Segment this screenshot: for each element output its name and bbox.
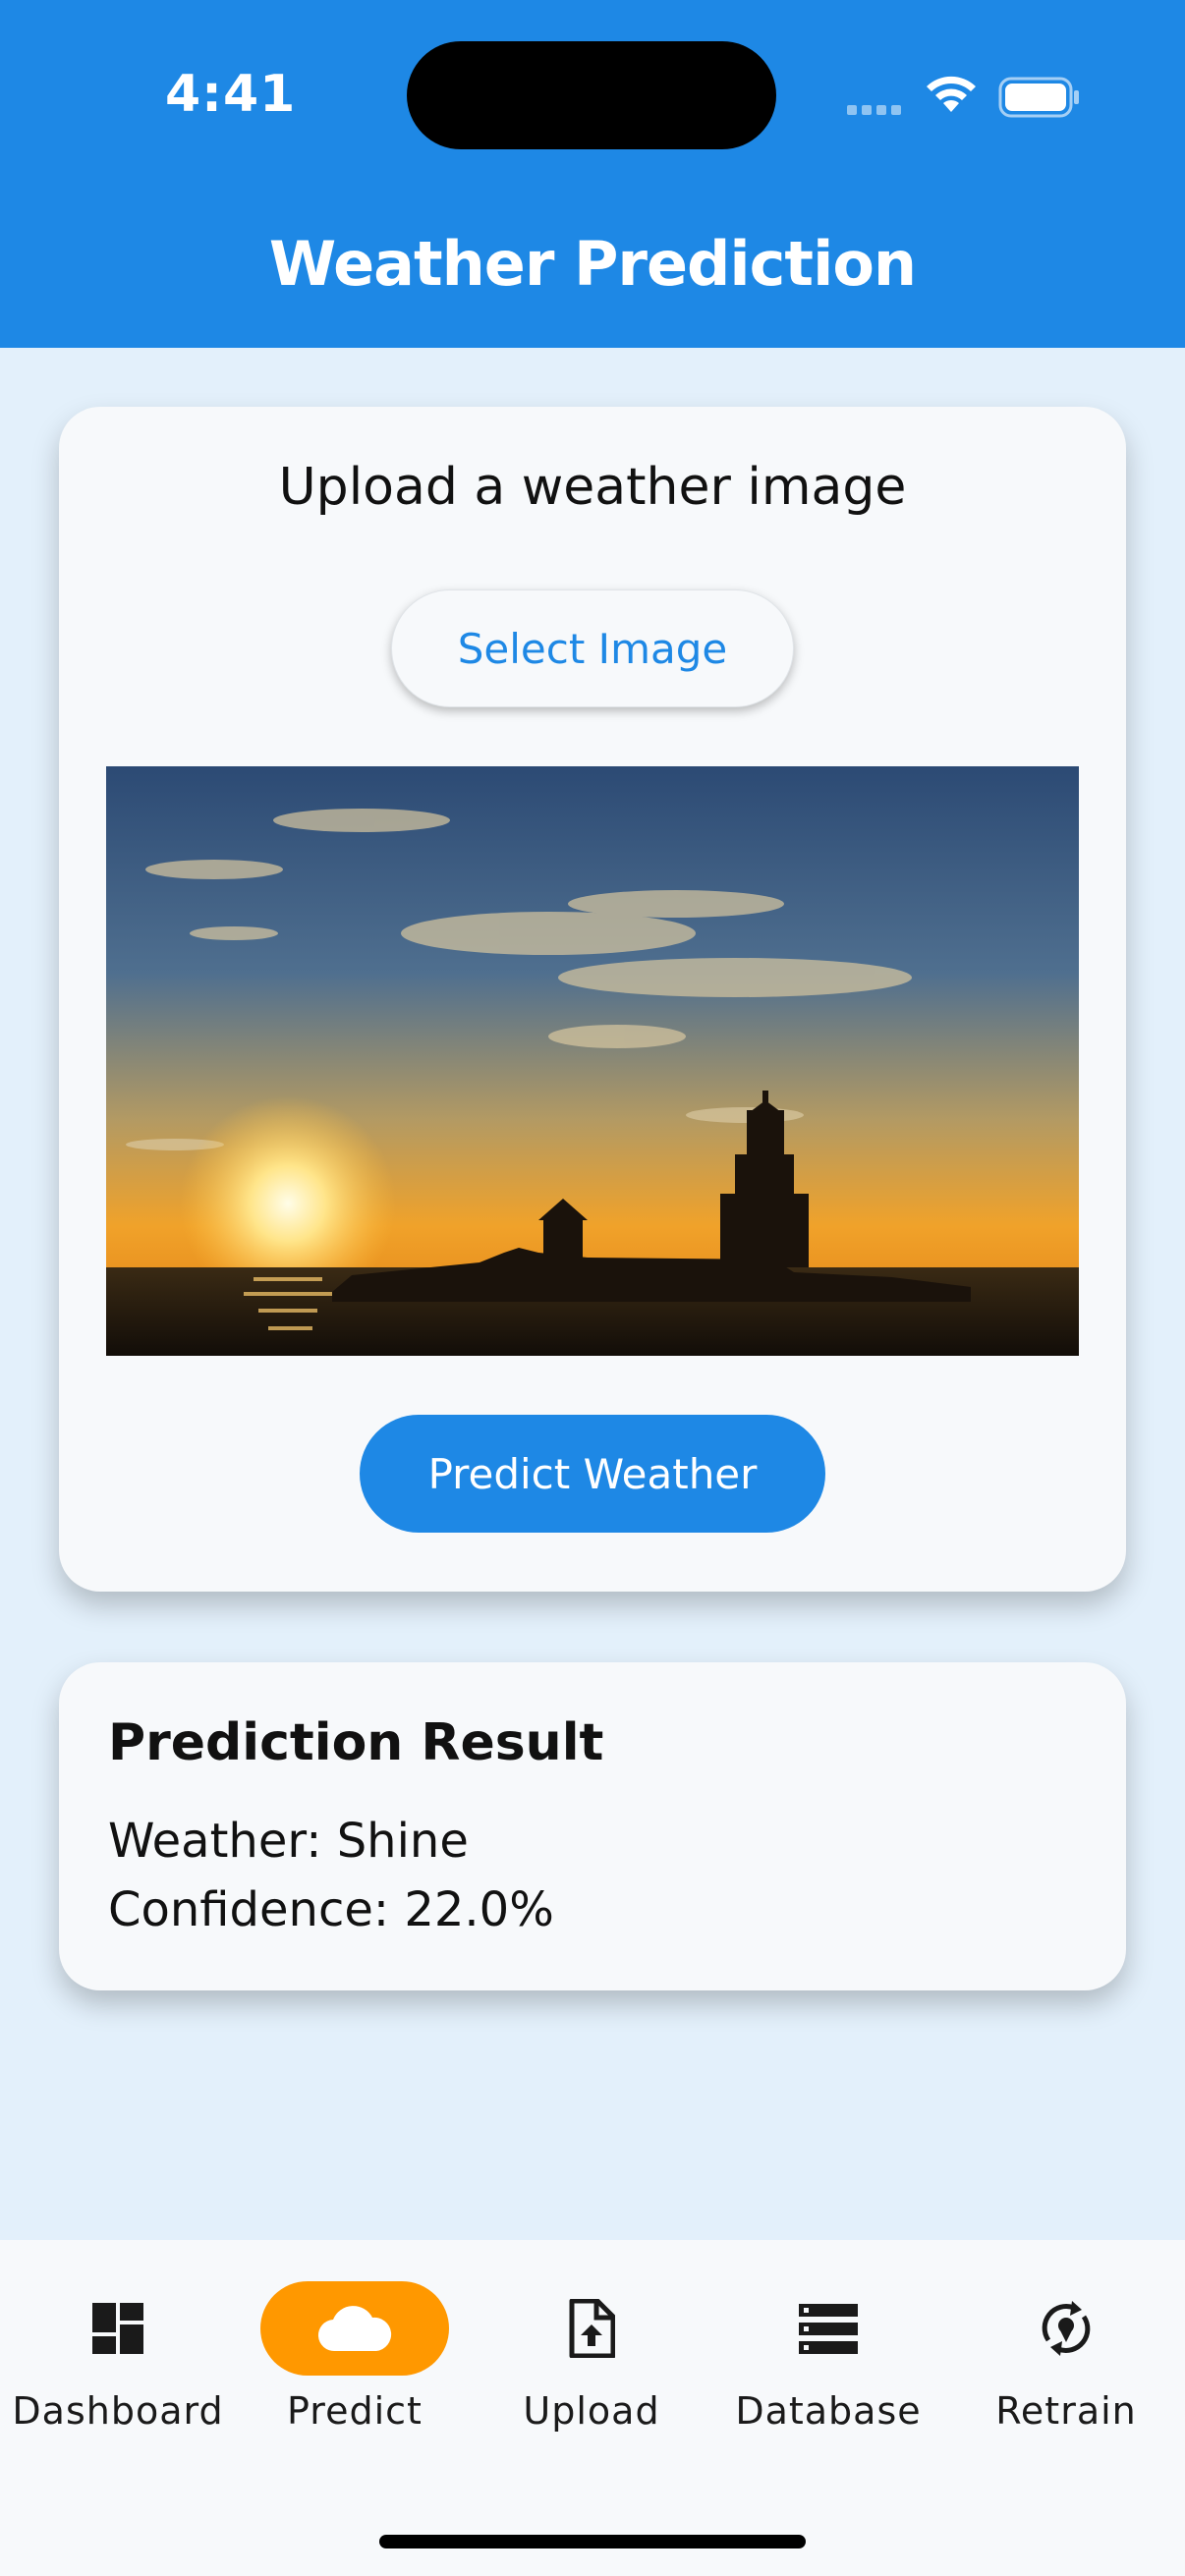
page-title: Weather Prediction bbox=[268, 228, 917, 300]
selected-image bbox=[106, 766, 1079, 1356]
nav-item-retrain[interactable]: Retrain bbox=[948, 2279, 1184, 2436]
dynamic-island bbox=[407, 41, 776, 149]
status-time: 4:41 bbox=[165, 65, 297, 124]
storage-icon bbox=[734, 2281, 923, 2376]
nav-label-retrain: Retrain bbox=[995, 2389, 1137, 2433]
nav-item-predict[interactable]: Predict bbox=[237, 2279, 473, 2436]
nav-label-dashboard: Dashboard bbox=[12, 2389, 224, 2433]
upload-heading: Upload a weather image bbox=[278, 458, 907, 517]
weather-result: Weather: Shine bbox=[108, 1814, 469, 1869]
select-image-button[interactable]: Select Image bbox=[391, 589, 794, 707]
nav-label-upload: Upload bbox=[523, 2389, 660, 2433]
home-indicator[interactable] bbox=[379, 2535, 806, 2548]
cellular-signal-icon bbox=[847, 102, 906, 120]
dashboard-icon bbox=[24, 2281, 212, 2376]
battery-icon bbox=[998, 77, 1081, 123]
nav-item-database[interactable]: Database bbox=[710, 2279, 946, 2436]
predict-weather-button[interactable]: Predict Weather bbox=[360, 1415, 825, 1533]
nav-item-upload[interactable]: Upload bbox=[474, 2279, 709, 2436]
confidence-result: Confidence: 22.0% bbox=[108, 1882, 554, 1937]
wifi-icon bbox=[924, 73, 979, 121]
nav-item-dashboard[interactable]: Dashboard bbox=[0, 2279, 236, 2436]
file-upload-icon bbox=[497, 2281, 686, 2376]
retrain-icon bbox=[972, 2281, 1160, 2376]
nav-label-database: Database bbox=[735, 2389, 922, 2433]
cloud-icon bbox=[260, 2281, 449, 2376]
app-bar: 4:41 Weather Prediction bbox=[0, 0, 1185, 348]
nav-label-predict: Predict bbox=[287, 2389, 423, 2433]
result-title: Prediction Result bbox=[108, 1713, 604, 1772]
